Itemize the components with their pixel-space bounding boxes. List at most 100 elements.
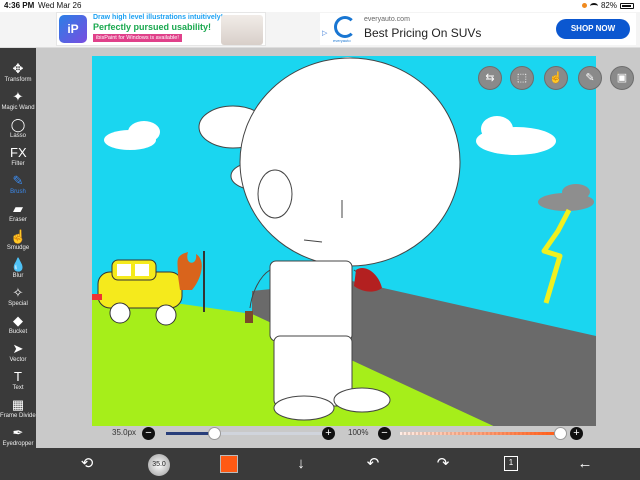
brush-size-slider[interactable] — [166, 427, 326, 440]
ad-url: everyauto.com — [364, 16, 410, 23]
image-icon: ▣ — [616, 72, 628, 84]
toggle-icon: ⇆ — [485, 72, 495, 84]
tool-label: Brush — [10, 189, 26, 195]
undo-button[interactable]: ↶ — [362, 454, 384, 474]
tool-label: Vector — [9, 357, 27, 363]
tool-text[interactable]: T Text — [0, 368, 36, 396]
status-date: Wed Mar 26 — [38, 1, 82, 10]
ibispaint-logo: iP — [59, 15, 87, 43]
undo-icon: ↶ — [366, 455, 380, 472]
tool-label: Transform — [4, 77, 32, 83]
opacity-fill — [400, 432, 560, 435]
drawing-canvas[interactable] — [92, 56, 596, 430]
tool-label: Special — [8, 301, 28, 307]
wifi-icon — [589, 2, 598, 9]
location-icon — [581, 3, 587, 8]
canvas-toggle-button[interactable]: ⇆ — [478, 66, 502, 90]
hand-icon: ☝ — [549, 72, 563, 84]
tool-label: Bucket — [8, 329, 28, 335]
opacity-handle[interactable] — [554, 427, 567, 440]
text-icon: T — [14, 369, 22, 384]
selection-button[interactable]: ⬚ — [510, 66, 534, 90]
brush-preview-button[interactable]: 35.0 — [148, 454, 170, 476]
artwork — [92, 56, 596, 430]
brush-size-fill — [166, 432, 214, 435]
tool-label: Eyedropper — [2, 441, 34, 447]
ad-banner-bar: iP Draw high level illustrations intuiti… — [0, 12, 640, 48]
ad-brand: everyauto — [333, 38, 351, 43]
status-bar: 4:36 PM Wed Mar 26 82% — [0, 0, 640, 12]
battery-percent: 82% — [600, 1, 617, 10]
tool-lasso[interactable]: ◯ Lasso — [0, 116, 36, 144]
ad-line-3: ibisPaint for Windows is available! — [93, 34, 182, 42]
ad-line-1: Draw high level illustrations intuitivel… — [93, 14, 223, 21]
eyedropper-icon: ✒ — [12, 425, 24, 440]
tool-vector[interactable]: ➤ Vector — [0, 340, 36, 368]
arrow-down-icon: ↓ — [297, 455, 305, 472]
ruler-button[interactable]: ✎ — [578, 66, 602, 90]
brush-size-handle[interactable] — [208, 427, 221, 440]
tool-brush[interactable]: ✎ Brush — [0, 172, 36, 200]
battery-icon — [620, 2, 634, 9]
brush-settings-row: 35.0px − + 100% − + — [36, 426, 640, 444]
save-down-button[interactable]: ↓ — [290, 454, 312, 474]
tool-label: Text — [12, 385, 24, 391]
tool-smudge[interactable]: ☝ Smudge — [0, 228, 36, 256]
tool-label: Frame Divider — [0, 413, 38, 419]
tool-options-icon: ⟲ — [80, 455, 94, 472]
brush-size-increase-button[interactable]: + — [322, 427, 335, 440]
tool-label: Blur — [12, 273, 24, 279]
magic-wand-icon: ✦ — [12, 89, 24, 104]
brush-size-decrease-button[interactable]: − — [142, 427, 155, 440]
tool-label: Magic Wand — [1, 105, 35, 111]
touch-gesture-button[interactable]: ☝ — [544, 66, 568, 90]
status-indicators: 82% — [581, 1, 634, 10]
reference-image-button[interactable]: ▣ — [610, 66, 634, 90]
bucket-icon: ◆ — [13, 313, 23, 328]
frame-divider-icon: ▦ — [11, 397, 25, 412]
tool-special[interactable]: ✧ Special — [0, 284, 36, 312]
layers-button[interactable]: 1 — [504, 456, 518, 471]
ibispaint-ad[interactable]: iP Draw high level illustrations intuiti… — [56, 12, 266, 46]
brush-size-value: 35.0px — [112, 428, 137, 437]
tool-label: Smudge — [6, 245, 30, 251]
redo-icon: ↷ — [436, 455, 450, 472]
pencil-icon: ✎ — [585, 72, 595, 84]
opacity-value: 100% — [348, 428, 369, 437]
opacity-decrease-button[interactable]: − — [378, 427, 391, 440]
tool-frame-divider[interactable]: ▦ Frame Divider — [0, 396, 38, 424]
tool-filter[interactable]: FX Filter — [0, 144, 36, 172]
brush-icon: ✎ — [12, 173, 24, 188]
tool-options-button[interactable]: ⟲ — [76, 454, 98, 474]
color-picker-button[interactable] — [220, 455, 238, 473]
tool-bucket[interactable]: ◆ Bucket — [0, 312, 36, 340]
tool-transform[interactable]: ✥ Transform — [0, 60, 36, 88]
shop-now-button[interactable]: SHOP NOW — [556, 19, 630, 39]
opacity-slider[interactable] — [400, 427, 567, 440]
filter-icon: FX — [10, 145, 27, 160]
ad-line-2: Perfectly pursued usability! — [93, 22, 212, 32]
tool-palette: ✥ Transform ✦ Magic Wand ◯ Lasso FX Filter ✎ Brus… — [0, 48, 38, 480]
smudge-icon: ☝ — [10, 229, 27, 244]
back-arrow-icon: ← — [577, 455, 593, 472]
everyauto-logo — [334, 16, 356, 38]
knife — [245, 311, 253, 323]
ad-headline: Best Pricing On SUVs — [364, 26, 482, 40]
transform-icon: ✥ — [12, 61, 24, 76]
tool-magic-wand[interactable]: ✦ Magic Wand — [0, 88, 36, 116]
status-time: 4:36 PM — [4, 1, 35, 10]
vector-icon: ➤ — [12, 341, 24, 356]
opacity-increase-button[interactable]: + — [570, 427, 583, 440]
redo-button[interactable]: ↷ — [432, 454, 454, 474]
back-button[interactable]: ← — [574, 454, 596, 474]
everyauto-ad[interactable]: ▷ everyauto everyauto.com Best Pricing O… — [320, 13, 636, 45]
tool-eraser[interactable]: ▰ Eraser — [0, 200, 36, 228]
tool-label: Eraser — [9, 217, 27, 223]
ad-character-image — [221, 15, 263, 45]
tool-label: Filter — [11, 161, 25, 167]
eraser-icon: ▰ — [13, 201, 23, 216]
tool-blur[interactable]: 💧 Blur — [0, 256, 36, 284]
tool-label: Lasso — [9, 133, 26, 139]
special-icon: ✧ — [12, 285, 24, 300]
ad-choices-icon[interactable]: ▷ — [322, 29, 327, 37]
